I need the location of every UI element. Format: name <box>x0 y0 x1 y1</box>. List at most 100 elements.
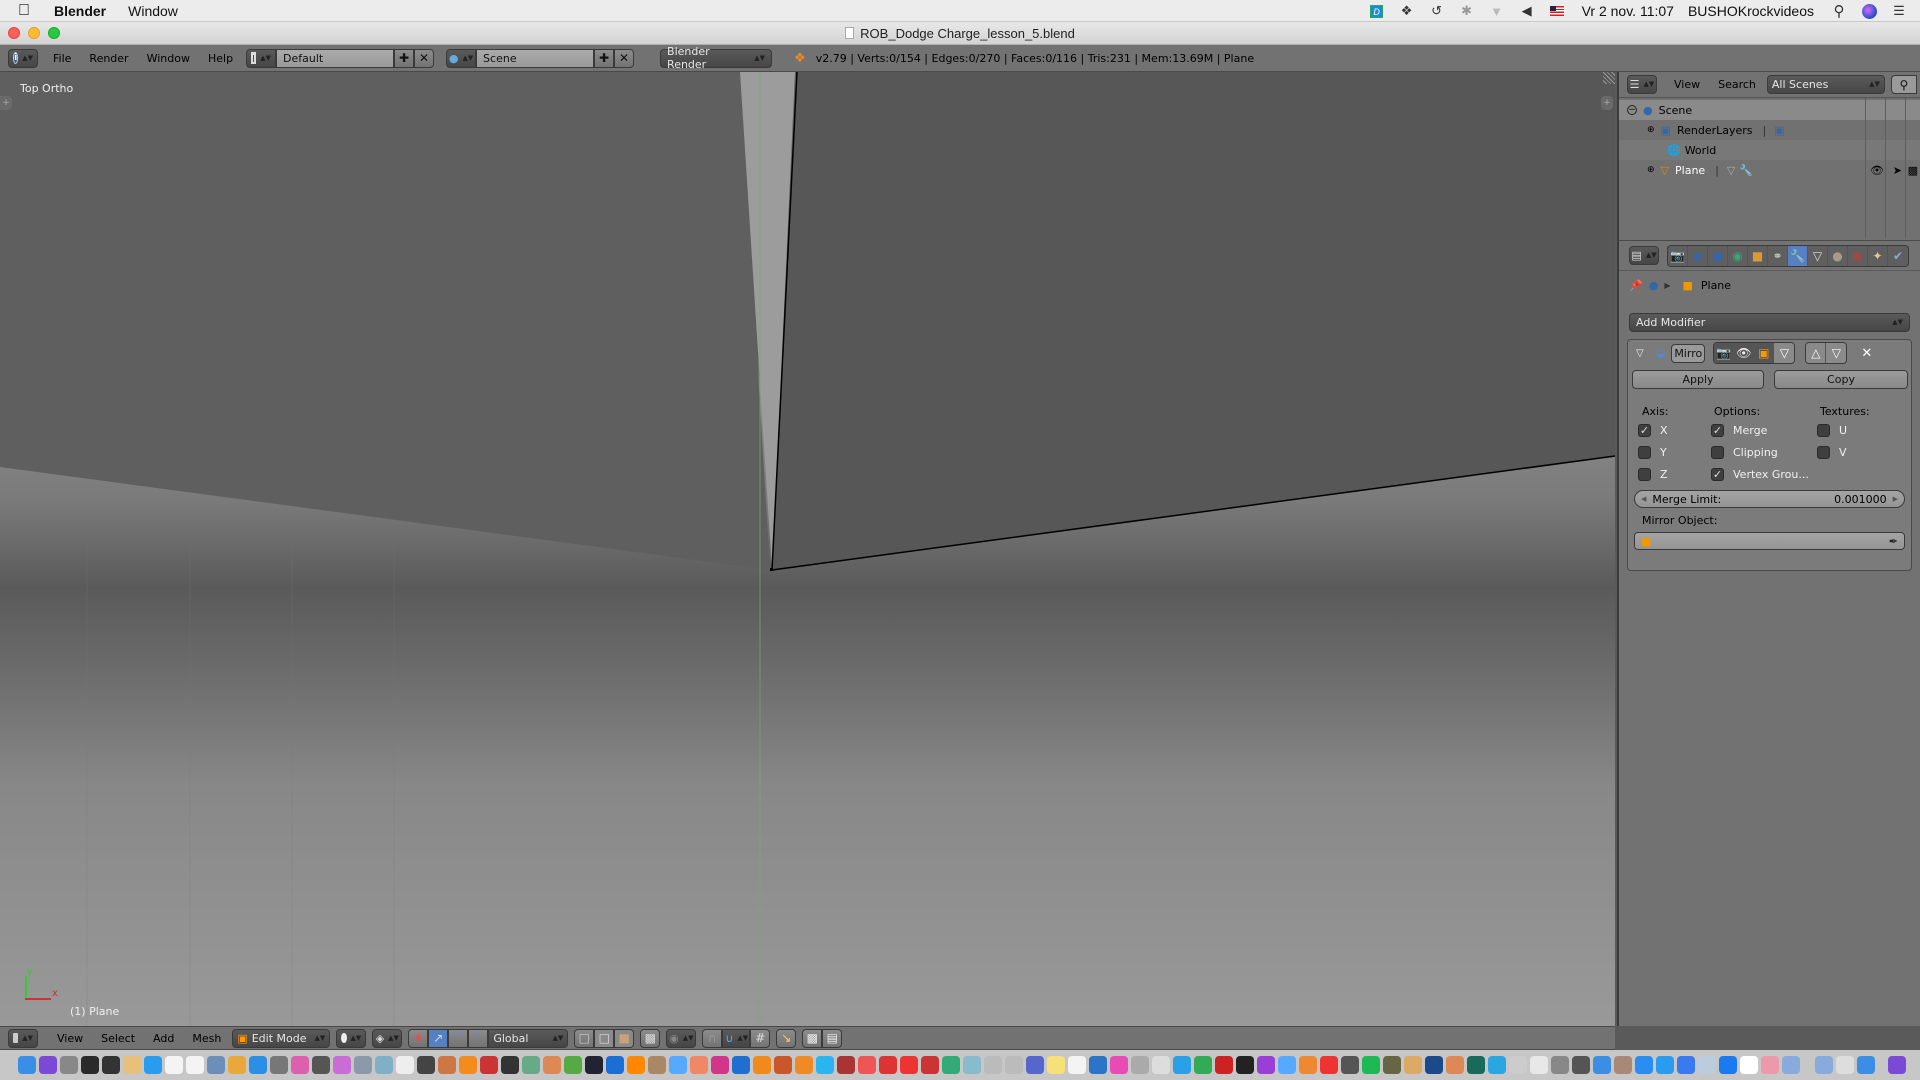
clock-datetime[interactable]: Vr 2 nov. 11:07 <box>1582 3 1674 19</box>
expand-icon[interactable]: ⊕ <box>1647 125 1655 135</box>
move-down-icon[interactable]: ▽ <box>1826 343 1847 363</box>
dock-app-preferences-icon[interactable] <box>1614 1056 1632 1074</box>
dock-app-garageband-icon[interactable] <box>1656 1056 1674 1074</box>
dock-app-messages-icon[interactable] <box>1698 1056 1716 1074</box>
viewport-mesh-canvas[interactable] <box>0 72 1615 1026</box>
dock-app-applications-icon[interactable] <box>1836 1056 1854 1074</box>
dock-app-xcode-tools-icon[interactable] <box>291 1056 309 1074</box>
outliner-menu-view[interactable]: View <box>1665 78 1709 91</box>
scale-manipulator-button[interactable]: ⌜ <box>468 1028 489 1048</box>
outliner-search-button[interactable]: ⚲ <box>1890 75 1917 94</box>
outliner-item-plane[interactable]: ⊕ ▽ Plane | ▽ 🔧 👁 ➤ ▩ <box>1619 160 1920 180</box>
dock-app-photo2-icon[interactable] <box>1152 1056 1170 1074</box>
collapse-triangle-icon[interactable]: ▽ <box>1636 348 1644 359</box>
dock-app-teamviewer-icon[interactable] <box>1761 1056 1779 1074</box>
volume-icon[interactable]: ◀ <box>1518 3 1536 19</box>
dock-app-app-store-icon[interactable] <box>144 1056 162 1074</box>
collapse-icon[interactable]: − <box>1627 105 1637 115</box>
scene-browse-button[interactable]: ● ▲▼ <box>446 48 477 68</box>
mesh-vertex[interactable] <box>770 568 773 571</box>
dock-app-unfolder-icon[interactable] <box>837 1056 855 1074</box>
snap-target-button[interactable]: # <box>750 1028 771 1048</box>
dock-app-clock-icon[interactable] <box>1173 1056 1191 1074</box>
wifi-icon[interactable]: ▼ <box>1488 3 1506 19</box>
texture-u-checkbox[interactable]: U <box>1817 424 1847 437</box>
dock-app-claquette-icon[interactable] <box>585 1056 603 1074</box>
dock-app-maps-icon[interactable] <box>1740 1056 1758 1074</box>
dock-app-books-icon[interactable] <box>648 1056 666 1074</box>
user-account-menu[interactable]: BUSHOKrockvideos <box>1688 3 1814 19</box>
remove-modifier-close-icon[interactable]: ✕ <box>1861 346 1872 361</box>
dock-app-image-capture-icon[interactable] <box>354 1056 372 1074</box>
tab-texture[interactable]: ▦ <box>1848 245 1868 266</box>
dock-app-sketchup-icon[interactable] <box>879 1056 897 1074</box>
render-toggle-camera-icon[interactable]: 📷 <box>1714 343 1735 363</box>
dock-app-preview-icon[interactable] <box>207 1056 225 1074</box>
dock-app-activity-icon[interactable] <box>1278 1056 1296 1074</box>
delete-scene-button[interactable]: ✕ <box>614 48 635 68</box>
properties-region-toggle-button[interactable]: + <box>1601 96 1613 110</box>
dock-app-burn-icon[interactable] <box>1341 1056 1359 1074</box>
snap-element-dropdown[interactable]: ∪ ▲▼ <box>722 1028 751 1048</box>
merge-checkbox[interactable]: ✓ Merge <box>1711 424 1767 437</box>
outliner-item-world[interactable]: 🌐 World <box>1619 140 1920 160</box>
merge-limit-slider[interactable]: ◀ Merge Limit: 0.001000 ▶ <box>1634 490 1905 508</box>
checkbox[interactable] <box>1817 446 1830 459</box>
opengl-render-animation-button[interactable]: ▤ <box>822 1028 843 1048</box>
dock-app-preview2-icon[interactable] <box>1005 1056 1023 1074</box>
scene-name-field[interactable]: Scene <box>476 48 595 68</box>
dock-app-tools-icon[interactable] <box>1551 1056 1569 1074</box>
dock-app-pencil-icon[interactable] <box>858 1056 876 1074</box>
mirror-object-field[interactable]: ■ ✒ <box>1634 532 1905 550</box>
dock-app-automator-icon[interactable] <box>375 1056 393 1074</box>
notification-center-icon[interactable]: ☰ <box>1890 3 1908 19</box>
auto-merge-button[interactable]: ↘ <box>776 1028 797 1048</box>
copy-modifier-button[interactable]: Copy <box>1774 370 1908 389</box>
decrement-arrow-icon[interactable]: ◀ <box>1641 495 1646 503</box>
render-engine-dropdown[interactable]: Blender Render ▲▼ <box>660 45 773 71</box>
screen-layout-name-field[interactable]: Default <box>276 48 395 68</box>
dock-app-spotify-icon[interactable] <box>1404 1056 1422 1074</box>
menu-add[interactable]: Add <box>144 1032 183 1045</box>
screen-layout-browse-button[interactable]: ▲▼ <box>246 48 277 68</box>
editor-type-selector-properties[interactable]: ▤ ▲▼ <box>1629 246 1659 265</box>
eyedropper-icon[interactable]: ✒ <box>1889 535 1898 548</box>
snap-toggle-button[interactable]: ∩ <box>702 1028 723 1048</box>
outliner-menu-search[interactable]: Search <box>1709 78 1765 91</box>
dock-app-dreamweaver-icon[interactable] <box>1215 1056 1233 1074</box>
menu-file[interactable]: File <box>44 52 80 65</box>
dock-app-calendar-icon[interactable] <box>165 1056 183 1074</box>
dock-app-finder-icon[interactable] <box>18 1056 36 1074</box>
delete-screen-layout-button[interactable]: ✕ <box>414 48 435 68</box>
dock-app-airdrop-icon[interactable] <box>1530 1056 1548 1074</box>
renderability-camera-icon[interactable]: ▩ <box>1908 164 1918 177</box>
modifier-name-field[interactable]: Mirro <box>1671 343 1706 363</box>
dock-app-parrot-icon[interactable] <box>480 1056 498 1074</box>
checkbox[interactable] <box>1711 446 1724 459</box>
tab-physics[interactable]: ✔ <box>1888 246 1908 266</box>
menu-help[interactable]: Help <box>199 52 242 65</box>
tab-render[interactable]: 📷 <box>1668 245 1688 266</box>
dock-app-finder2-icon[interactable] <box>942 1056 960 1074</box>
dock-app-photos-icon[interactable] <box>690 1056 708 1074</box>
vertex-groups-checkbox[interactable]: ✓ Vertex Grou... <box>1711 468 1809 481</box>
checkbox[interactable]: ✓ <box>1711 468 1724 481</box>
checkbox[interactable]: ✓ <box>1711 424 1724 437</box>
dock-app-bartender-icon[interactable] <box>963 1056 981 1074</box>
interaction-mode-dropdown[interactable]: ▣ Edit Mode ▲▼ <box>232 1028 331 1048</box>
viewport-shading-dropdown[interactable]: ▲▼ <box>336 1028 367 1048</box>
dock-app-filezilla-icon[interactable] <box>1236 1056 1254 1074</box>
dropbox-icon[interactable]: ❖ <box>1398 3 1416 19</box>
tab-scene[interactable]: ● <box>1708 245 1728 266</box>
dock-app-word-icon[interactable] <box>1782 1056 1800 1074</box>
dock-app-safari-icon[interactable] <box>249 1056 267 1074</box>
menu-view[interactable]: View <box>48 1032 92 1045</box>
dashlane-icon[interactable]: D <box>1368 3 1386 19</box>
dock-app-photo-booth-icon[interactable] <box>438 1056 456 1074</box>
dock-app-joe-jim-icon[interactable] <box>1047 1056 1065 1074</box>
vertex-select-button[interactable]: □ <box>574 1028 595 1048</box>
dock-app-notes-icon[interactable] <box>1068 1056 1086 1074</box>
rotate-manipulator-button[interactable]: ⌒ <box>448 1028 469 1048</box>
apply-modifier-button[interactable]: Apply <box>1632 370 1764 389</box>
axis-z-checkbox[interactable]: Z <box>1638 468 1668 481</box>
